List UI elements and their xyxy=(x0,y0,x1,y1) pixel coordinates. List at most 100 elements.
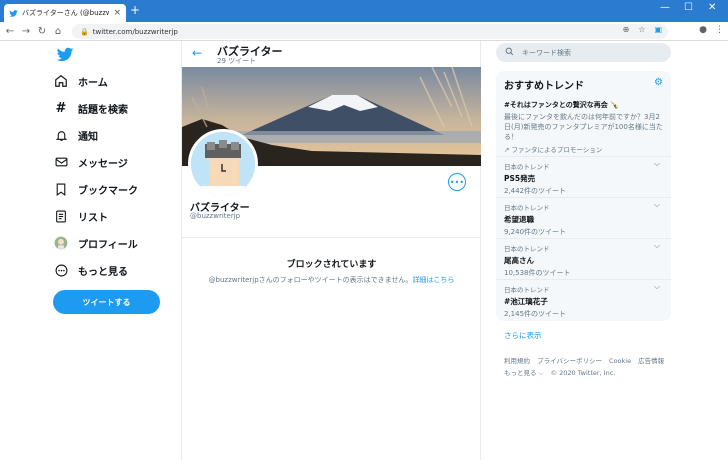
tab-title: バズライターさん (@buzzwriterjp) / T xyxy=(22,9,110,17)
home-icon xyxy=(54,74,68,88)
trend-count: 9,240件のツイート xyxy=(504,228,567,236)
minimize-icon[interactable]: — xyxy=(660,2,670,13)
home-browser-icon[interactable]: ⌂ xyxy=(50,26,66,37)
promoted-icon: ↗ xyxy=(504,146,512,154)
footer-link-ads[interactable]: 広告情報 xyxy=(638,357,664,365)
left-sidebar: ホーム # 話題を検索 通知 メッセージ ブックマーク リスト プロフィール も… xyxy=(0,41,181,460)
divider xyxy=(182,237,481,238)
profile-avatar-icon xyxy=(54,236,68,250)
promo-hashtag: #それはファンタとの贅沢な再会 🍾 xyxy=(504,101,619,109)
tweet-button[interactable]: ツイートする xyxy=(53,290,160,314)
search-icon xyxy=(505,47,514,59)
blocked-message: @buzzwriterjpさんのフォローやツイートの表示はできません。詳細はこち… xyxy=(182,275,481,285)
trend-count: 2,442件のツイート xyxy=(504,187,567,195)
footer-copyright: © 2020 Twitter, Inc. xyxy=(550,369,616,377)
promo-by-text: ファンタによるプロモーション xyxy=(511,146,603,154)
gear-icon[interactable]: ⚙ xyxy=(654,77,663,88)
show-more-link[interactable]: さらに表示 xyxy=(504,330,542,341)
trend-name: #池江璃花子 xyxy=(504,297,548,306)
back-nav-icon[interactable]: ← xyxy=(2,26,18,37)
profile-header-bar: ← バズライター 29 ツイート xyxy=(182,41,481,67)
bell-icon xyxy=(54,128,68,142)
nav-item-lists[interactable]: リスト xyxy=(54,207,108,225)
chevron-down-icon[interactable]: ⌵ xyxy=(654,241,660,251)
chevron-down-icon[interactable]: ⌵ xyxy=(654,159,660,169)
trend-count: 10,538件のツイート xyxy=(504,269,571,277)
nav-label: リスト xyxy=(78,212,108,224)
blocked-details-link[interactable]: 詳細はこちら xyxy=(412,276,454,284)
account-icon[interactable]: ● xyxy=(699,25,707,35)
nav-item-explore[interactable]: # 話題を検索 xyxy=(54,99,128,117)
nav-item-notifications[interactable]: 通知 xyxy=(54,126,98,144)
bookmark-icon xyxy=(54,182,68,196)
mail-icon xyxy=(54,155,68,169)
promoted-trend[interactable]: #それはファンタとの贅沢な再会 🍾 最後にファンタを飲んだのは何年前ですか？3月… xyxy=(504,100,664,154)
nav-label: もっと見る xyxy=(78,266,128,278)
address-bar[interactable]: 🔒 twitter.com/buzzwriterjp ⊕ ☆ ▣ xyxy=(72,24,668,39)
extension-icon[interactable]: ▣ xyxy=(654,25,662,34)
footer-link-terms[interactable]: 利用規約 xyxy=(504,357,530,365)
url-text: twitter.com/buzzwriterjp xyxy=(92,27,178,36)
profile-more-button[interactable]: ••• xyxy=(448,173,466,191)
lock-icon: 🔒 xyxy=(80,27,89,36)
trend-category: 日本のトレンド xyxy=(504,286,550,294)
trend-category: 日本のトレンド xyxy=(504,204,550,212)
window-close-icon[interactable]: ✕ xyxy=(708,2,716,13)
chevron-down-icon[interactable]: ⌵ xyxy=(654,200,660,210)
nav-item-bookmarks[interactable]: ブックマーク xyxy=(54,180,138,198)
right-sidebar: キーワード検索 おすすめトレンド ⚙ #それはファンタとの贅沢な再会 🍾 最後に… xyxy=(481,41,728,460)
hashtag-icon: # xyxy=(55,100,67,116)
trend-name: PS5発売 xyxy=(504,174,536,183)
search-input[interactable]: キーワード検索 xyxy=(496,43,671,62)
trend-count: 2,145件のツイート xyxy=(504,310,567,318)
chevron-down-icon[interactable]: ⌵ xyxy=(654,282,660,292)
footer-more-link[interactable]: もっと見る ⌵ xyxy=(504,369,544,377)
browser-tab[interactable]: バズライターさん (@buzzwriterjp) / T × xyxy=(4,4,126,22)
profile-handle: @buzzwriterjp xyxy=(190,212,241,220)
kebab-menu-icon[interactable]: ⋮ xyxy=(715,25,724,35)
trend-item[interactable]: 日本のトレンド PS5発売 2,442件のツイート ⌵ xyxy=(496,156,671,200)
footer-links: 利用規約 プライバシーポリシー Cookie 広告情報 もっと見る ⌵ © 20… xyxy=(504,355,674,379)
site-settings-icon[interactable]: ⊕ xyxy=(623,25,630,34)
promo-body: 最後にファンタを飲んだのは何年前ですか？3月2日(月)新発売のファンタプレミアが… xyxy=(504,113,663,141)
nav-label: プロフィール xyxy=(78,239,138,251)
back-arrow-icon[interactable]: ← xyxy=(192,46,202,60)
nav-label: ホーム xyxy=(78,77,108,89)
more-circle-icon xyxy=(54,263,68,277)
trend-item[interactable]: 日本のトレンド 尾高さん 10,538件のツイート ⌵ xyxy=(496,238,671,282)
new-tab-button[interactable]: + xyxy=(130,3,140,17)
trend-item[interactable]: 日本のトレンド #池江璃花子 2,145件のツイート ⌵ xyxy=(496,279,671,323)
browser-titlebar: バズライターさん (@buzzwriterjp) / T × + — ☐ ✕ xyxy=(0,0,728,22)
tweet-count: 29 ツイート xyxy=(217,57,257,65)
nav-item-messages[interactable]: メッセージ xyxy=(54,153,128,171)
nav-label: 話題を検索 xyxy=(78,104,128,116)
blocked-title: ブロックされています xyxy=(286,260,377,270)
trend-name: 希望退職 xyxy=(504,215,534,224)
trend-category: 日本のトレンド xyxy=(504,245,550,253)
footer-link-privacy[interactable]: プライバシーポリシー xyxy=(537,357,602,365)
promo-by: ↗ ファンタによるプロモーション xyxy=(504,144,664,154)
nav-item-home[interactable]: ホーム xyxy=(54,72,108,90)
reload-icon[interactable]: ↻ xyxy=(34,26,50,37)
trend-item[interactable]: 日本のトレンド 希望退職 9,240件のツイート ⌵ xyxy=(496,197,671,241)
star-icon[interactable]: ☆ xyxy=(638,25,645,34)
maximize-icon[interactable]: ☐ xyxy=(684,2,693,13)
profile-column: ← バズライター 29 ツイート ••• バズライター @buzzwriterj… xyxy=(181,41,481,460)
trends-panel: おすすめトレンド ⚙ #それはファンタとの贅沢な再会 🍾 最後にファンタを飲んだ… xyxy=(496,71,671,340)
nav-item-more[interactable]: もっと見る xyxy=(54,261,128,279)
twitter-favicon-icon xyxy=(9,9,18,18)
blocked-message-text: @buzzwriterjpさんのフォローやツイートの表示はできません。 xyxy=(208,276,413,284)
profile-avatar[interactable] xyxy=(188,129,258,199)
trend-name: 尾高さん xyxy=(504,256,534,265)
nav-label: メッセージ xyxy=(78,158,128,170)
twitter-logo-icon[interactable] xyxy=(56,47,74,63)
footer-link-cookie[interactable]: Cookie xyxy=(609,357,631,365)
trend-category: 日本のトレンド xyxy=(504,163,550,171)
nav-label: ブックマーク xyxy=(78,185,138,197)
forward-nav-icon[interactable]: → xyxy=(18,26,34,37)
browser-toolbar: ← → ↻ ⌂ 🔒 twitter.com/buzzwriterjp ⊕ ☆ ▣… xyxy=(0,22,728,41)
list-icon xyxy=(54,209,68,223)
tab-close-icon[interactable]: × xyxy=(113,8,121,18)
trends-title: おすすめトレンド xyxy=(504,81,584,92)
nav-item-profile[interactable]: プロフィール xyxy=(54,234,138,252)
